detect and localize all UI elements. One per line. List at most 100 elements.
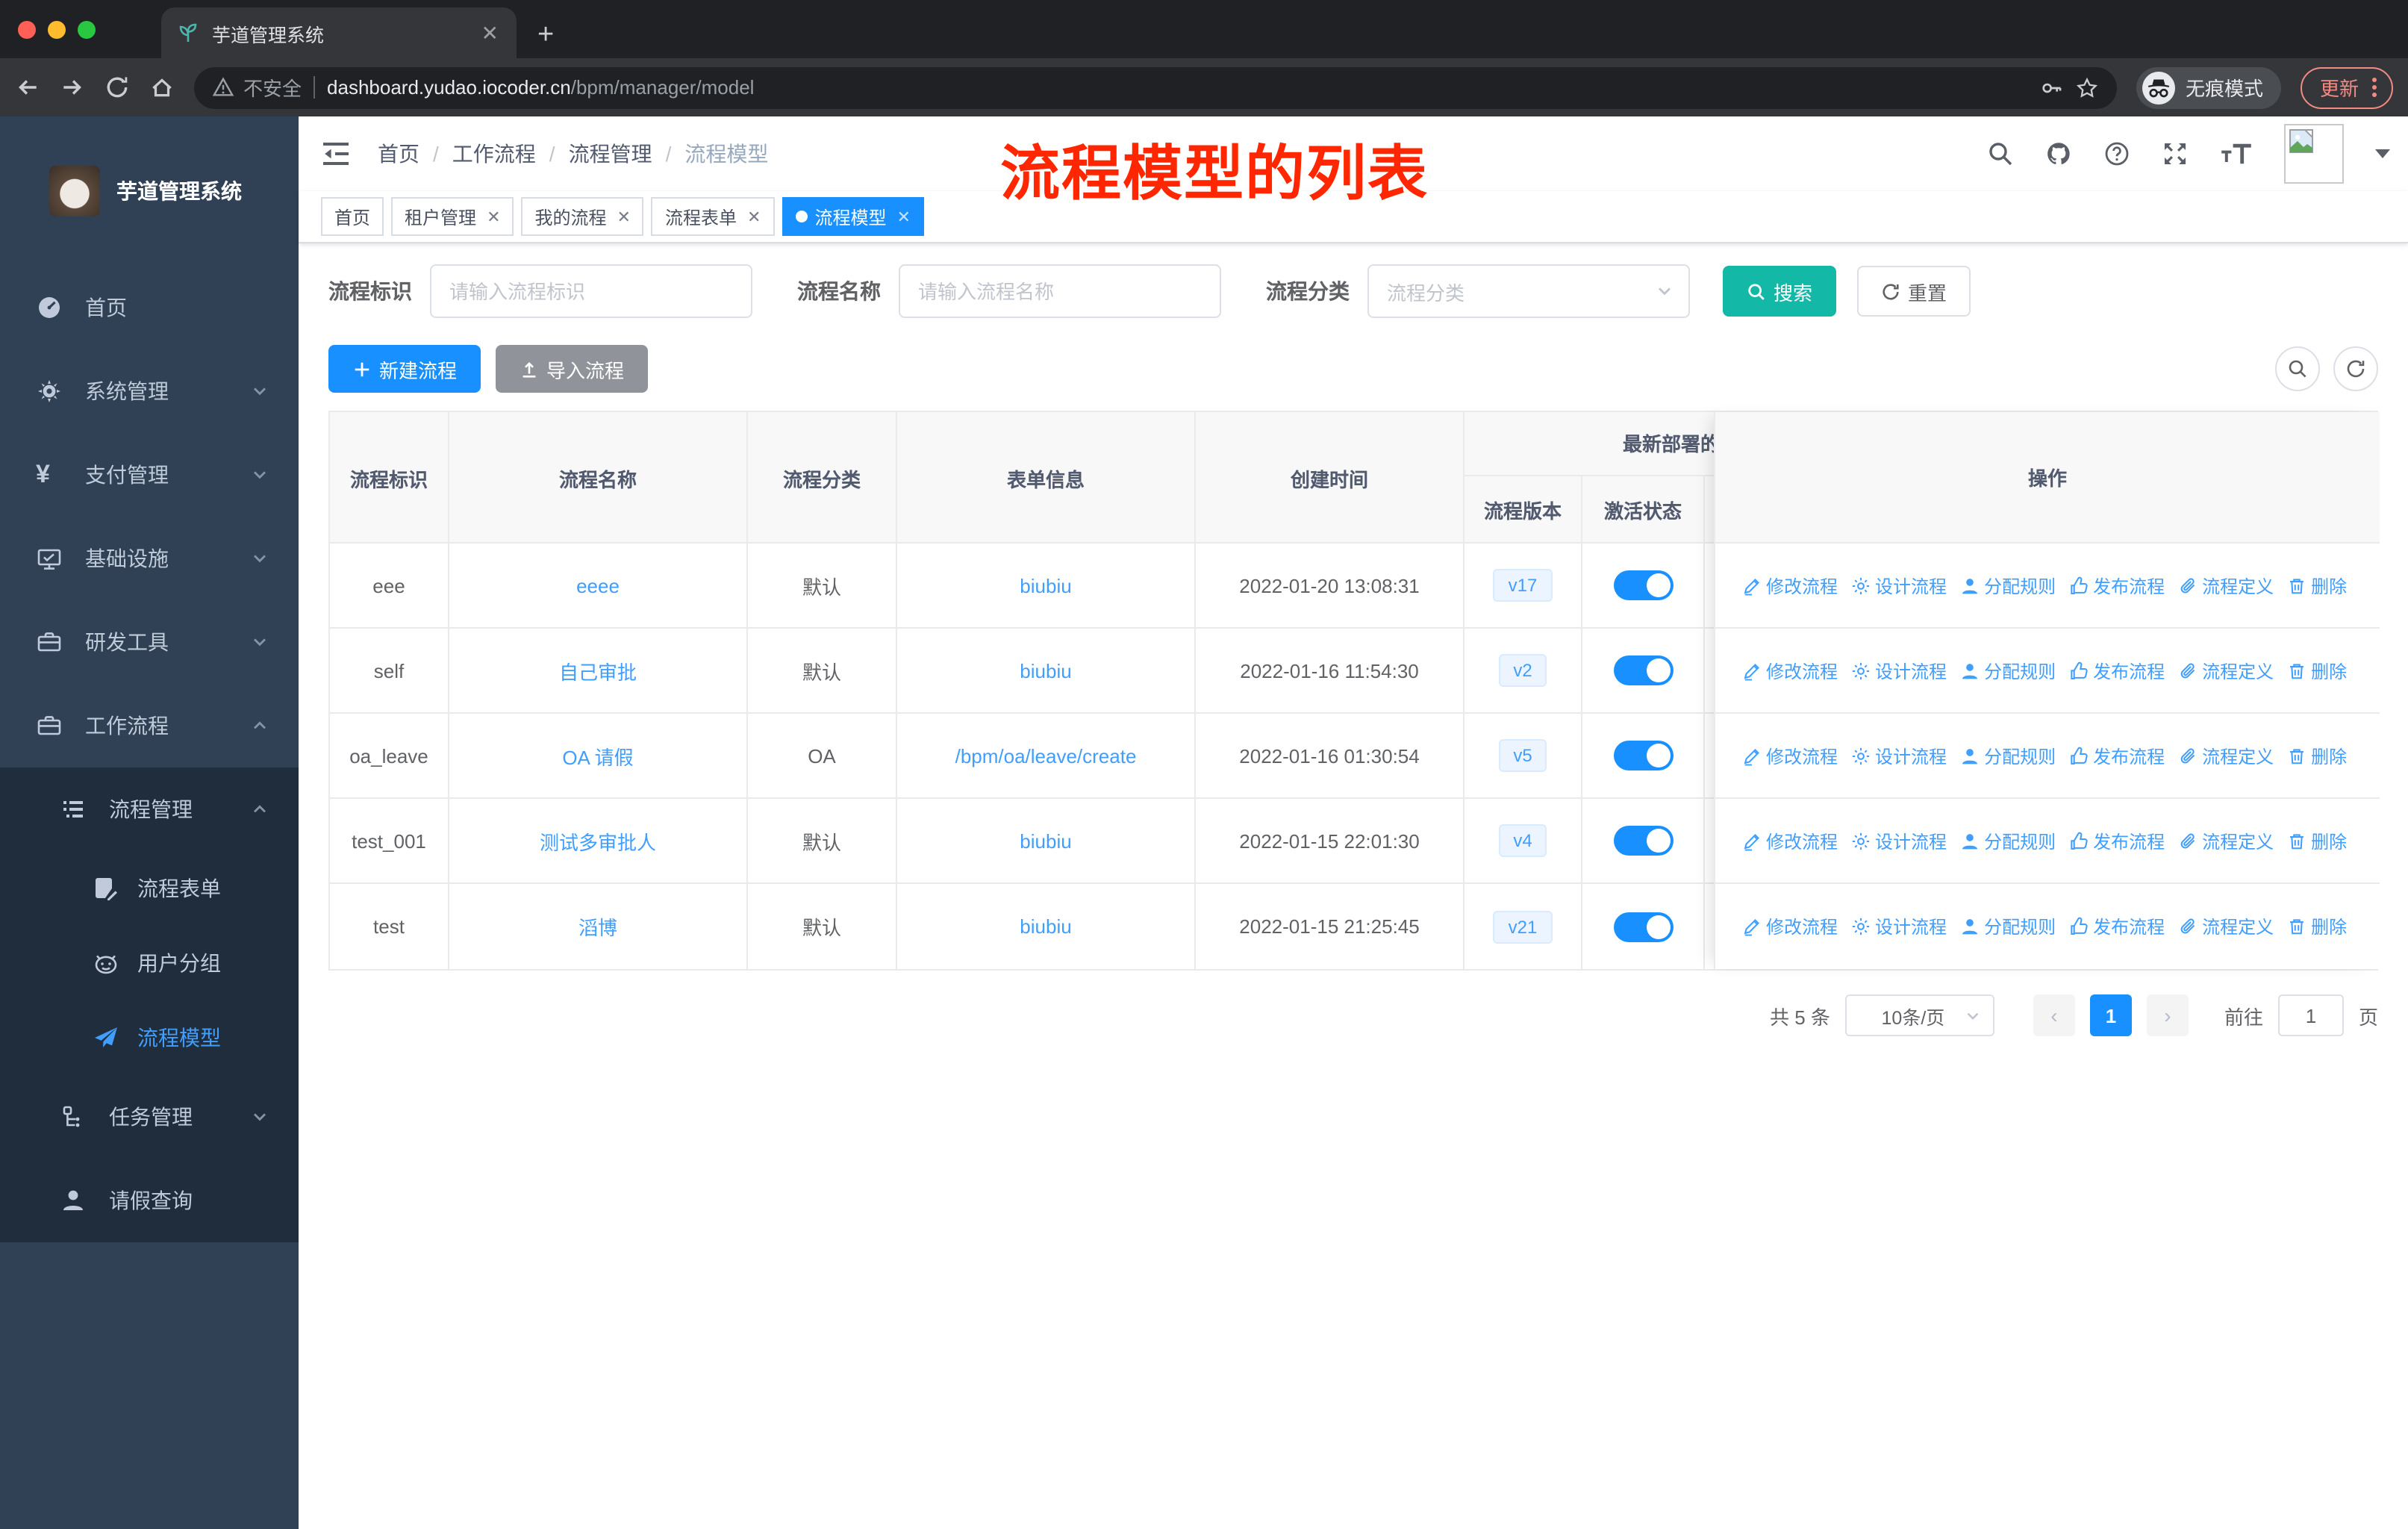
tag-close-icon[interactable]: ✕ (747, 207, 761, 226)
tab-tag[interactable]: 首页 (321, 197, 384, 236)
breadcrumb-workflow[interactable]: 工作流程 (452, 139, 536, 169)
tab-close-icon[interactable]: ✕ (478, 20, 502, 46)
page-size-select[interactable]: 10条/页 (1844, 994, 1994, 1036)
github-icon[interactable] (2045, 140, 2072, 167)
url-bar[interactable]: 不安全 dashboard.yudao.iocoder.cn/bpm/manag… (194, 66, 2117, 108)
caret-down-icon[interactable] (2375, 149, 2390, 158)
action-设计流程[interactable]: 设计流程 (1851, 914, 1947, 939)
action-设计流程[interactable]: 设计流程 (1851, 573, 1947, 598)
action-设计流程[interactable]: 设计流程 (1851, 658, 1947, 683)
action-分配规则[interactable]: 分配规则 (1960, 914, 2056, 939)
action-流程定义[interactable]: 流程定义 (2178, 828, 2274, 853)
window-minimize-button[interactable] (48, 20, 66, 38)
tab-tag[interactable]: 流程模型 ✕ (782, 197, 924, 236)
process-name-link[interactable]: 滔博 (578, 912, 617, 941)
sidebar-item-home[interactable]: 首页 (0, 266, 299, 349)
form-info-link[interactable]: /bpm/oa/leave/create (955, 744, 1137, 767)
sidebar-item-system[interactable]: 系统管理 (0, 349, 299, 433)
action-分配规则[interactable]: 分配规则 (1960, 743, 2056, 768)
action-删除[interactable]: 删除 (2287, 573, 2347, 598)
new-tab-button[interactable]: + (537, 21, 554, 49)
reset-button[interactable]: 重置 (1857, 266, 1971, 317)
action-流程定义[interactable]: 流程定义 (2178, 573, 2274, 598)
action-删除[interactable]: 删除 (2287, 914, 2347, 939)
action-发布流程[interactable]: 发布流程 (2069, 743, 2165, 768)
active-toggle[interactable] (1613, 570, 1673, 600)
action-删除[interactable]: 删除 (2287, 828, 2347, 853)
search-icon[interactable] (1987, 140, 2014, 167)
sidebar-logo[interactable]: 芋道管理系统 (0, 116, 299, 266)
reload-icon[interactable] (105, 75, 130, 100)
action-设计流程[interactable]: 设计流程 (1851, 743, 1947, 768)
action-设计流程[interactable]: 设计流程 (1851, 828, 1947, 853)
form-info-link[interactable]: biubiu (1020, 829, 1071, 852)
tag-close-icon[interactable]: ✕ (487, 207, 500, 226)
browser-tab[interactable]: 芋道管理系统 ✕ (161, 7, 517, 58)
active-toggle[interactable] (1613, 826, 1673, 856)
browser-menu-icon[interactable] (2372, 78, 2377, 97)
key-icon[interactable] (2039, 75, 2063, 99)
hamburger-fold-icon[interactable] (321, 139, 351, 169)
fullscreen-icon[interactable] (2162, 140, 2189, 167)
sidebar-item-payment[interactable]: ¥ 支付管理 (0, 433, 299, 517)
action-分配规则[interactable]: 分配规则 (1960, 828, 2056, 853)
action-删除[interactable]: 删除 (2287, 743, 2347, 768)
breadcrumb-home[interactable]: 首页 (378, 139, 419, 169)
sidebar-item-process-form[interactable]: 流程表单 (0, 851, 299, 926)
next-page-button[interactable]: › (2146, 994, 2189, 1036)
prev-page-button[interactable]: ‹ (2033, 994, 2075, 1036)
action-流程定义[interactable]: 流程定义 (2178, 914, 2274, 939)
tag-close-icon[interactable]: ✕ (896, 207, 910, 226)
action-发布流程[interactable]: 发布流程 (2069, 658, 2165, 683)
import-process-button[interactable]: 导入流程 (496, 345, 649, 393)
home-icon[interactable] (149, 75, 175, 100)
active-toggle[interactable] (1613, 912, 1673, 941)
action-分配规则[interactable]: 分配规则 (1960, 658, 2056, 683)
active-toggle[interactable] (1613, 741, 1673, 770)
tab-tag[interactable]: 租户管理 ✕ (391, 197, 514, 236)
action-删除[interactable]: 删除 (2287, 658, 2347, 683)
sidebar-item-process-mgmt[interactable]: 流程管理 (0, 767, 299, 851)
window-zoom-button[interactable] (78, 20, 96, 38)
create-process-button[interactable]: 新建流程 (328, 345, 481, 393)
process-name-link[interactable]: 测试多审批人 (540, 826, 656, 855)
goto-page-input[interactable] (2277, 994, 2344, 1036)
form-info-link[interactable]: biubiu (1020, 574, 1071, 597)
sidebar-item-user-group[interactable]: 用户分组 (0, 926, 299, 1000)
process-key-input[interactable] (430, 264, 752, 318)
sidebar-item-process-model[interactable]: 流程模型 (0, 1000, 299, 1075)
process-name-link[interactable]: 自己审批 (559, 656, 637, 685)
show-search-button[interactable] (2275, 346, 2320, 391)
form-info-link[interactable]: biubiu (1020, 915, 1071, 938)
tag-close-icon[interactable]: ✕ (617, 207, 631, 226)
action-流程定义[interactable]: 流程定义 (2178, 743, 2274, 768)
breadcrumb-process-mgmt[interactable]: 流程管理 (569, 139, 652, 169)
font-size-icon[interactable] (2220, 140, 2253, 167)
action-分配规则[interactable]: 分配规则 (1960, 573, 2056, 598)
back-icon[interactable] (15, 75, 40, 100)
avatar[interactable] (2284, 124, 2344, 184)
process-name-input[interactable] (899, 264, 1221, 318)
sidebar-item-task-mgmt[interactable]: 任务管理 (0, 1075, 299, 1159)
action-发布流程[interactable]: 发布流程 (2069, 573, 2165, 598)
tab-tag[interactable]: 我的流程 ✕ (521, 197, 644, 236)
search-button[interactable]: 搜索 (1723, 266, 1837, 317)
action-修改流程[interactable]: 修改流程 (1742, 573, 1838, 598)
category-select[interactable]: 流程分类 (1367, 264, 1690, 318)
action-修改流程[interactable]: 修改流程 (1742, 828, 1838, 853)
security-chip[interactable]: 不安全 (212, 73, 302, 102)
active-toggle[interactable] (1613, 655, 1673, 685)
sidebar-item-dev-tools[interactable]: 研发工具 (0, 600, 299, 684)
update-button[interactable]: 更新 (2300, 66, 2393, 108)
sidebar-item-workflow[interactable]: 工作流程 (0, 684, 299, 767)
sidebar-item-infra[interactable]: 基础设施 (0, 517, 299, 600)
forward-icon[interactable] (60, 75, 85, 100)
process-name-link[interactable]: OA 请假 (562, 741, 633, 770)
help-icon[interactable] (2103, 140, 2130, 167)
action-流程定义[interactable]: 流程定义 (2178, 658, 2274, 683)
refresh-table-button[interactable] (2333, 346, 2378, 391)
tab-tag[interactable]: 流程表单 ✕ (651, 197, 775, 236)
sidebar-item-leave-query[interactable]: 请假查询 (0, 1159, 299, 1242)
form-info-link[interactable]: biubiu (1020, 659, 1071, 682)
action-修改流程[interactable]: 修改流程 (1742, 914, 1838, 939)
